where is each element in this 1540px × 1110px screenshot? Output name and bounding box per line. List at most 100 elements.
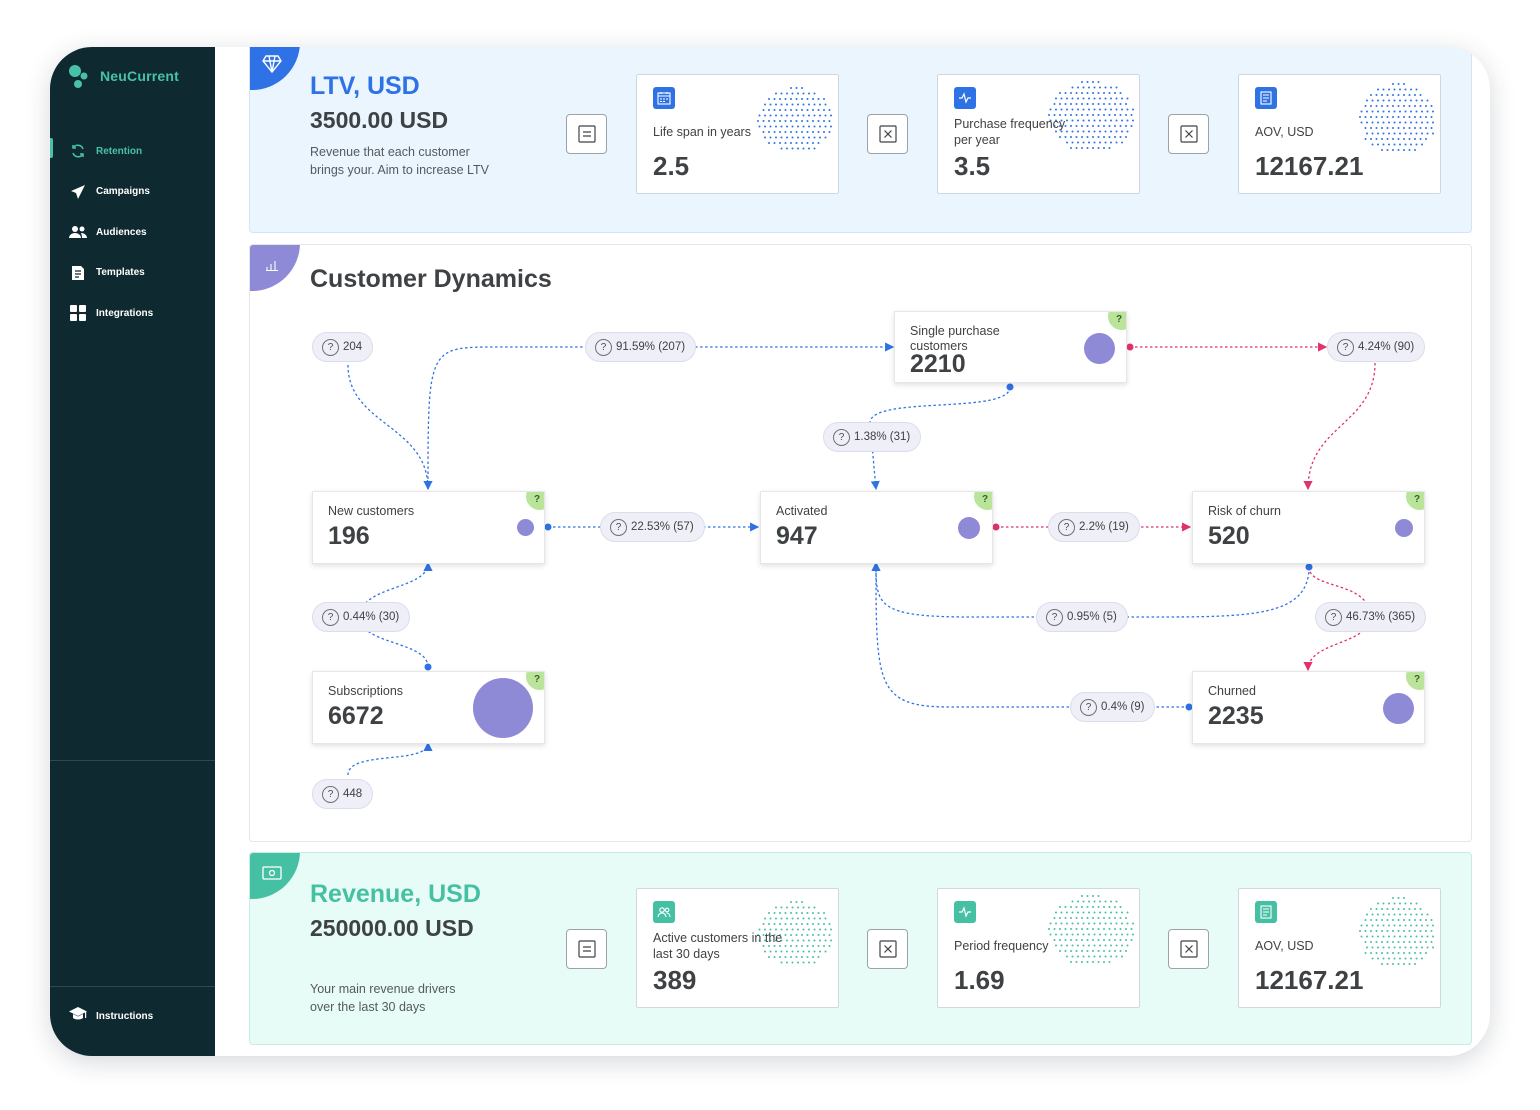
help-badge[interactable]: ?	[1108, 312, 1126, 330]
transition-pill-new-to-single[interactable]: ? 91.59% (207)	[585, 332, 697, 362]
ltv-panel: LTV, USD 3500.00 USD Revenue that each c…	[249, 47, 1472, 233]
node-activated[interactable]: Activated 947 ?	[760, 491, 993, 564]
metric-label: AOV, USD	[1255, 939, 1314, 953]
node-indicator	[1395, 519, 1413, 537]
flow-churned-to-activated	[871, 561, 1189, 708]
app-window: NeuCurrent Retention Campaigns Audiences	[50, 47, 1490, 1056]
node-indicator	[473, 678, 533, 738]
transition-pill-risk-to-activated[interactable]: ? 0.95% (5)	[1036, 602, 1128, 632]
multiply-operator	[1168, 929, 1209, 969]
dot-pattern-decoration	[1359, 897, 1434, 965]
multiply-icon	[878, 125, 897, 143]
pulse-icon	[954, 901, 976, 923]
node-risk-of-churn[interactable]: Risk of churn 520 ?	[1192, 491, 1425, 564]
help-icon: ?	[1080, 698, 1097, 716]
main-content: LTV, USD 3500.00 USD Revenue that each c…	[215, 47, 1490, 1056]
transition-value: 4.24% (90)	[1358, 341, 1415, 353]
node-churned[interactable]: Churned 2235 ?	[1192, 671, 1425, 744]
flow-incoming-new	[347, 364, 433, 491]
transition-pill-incoming-subscriptions[interactable]: ? 448	[312, 779, 374, 809]
transition-value: 2.2% (19)	[1079, 521, 1129, 533]
sidebar-item-audiences[interactable]: Audiences	[50, 212, 215, 253]
transition-pill-subscriptions-to-new[interactable]: ? 0.44% (30)	[312, 602, 411, 632]
flow-risk-in	[1303, 362, 1376, 491]
node-new-customers[interactable]: New customers 196 ?	[312, 491, 545, 564]
revenue-value: 250000.00 USD	[310, 915, 474, 941]
metric-card-aov[interactable]: AOV, USD 12167.21	[1238, 888, 1441, 1008]
help-badge[interactable]: ?	[1406, 672, 1424, 690]
node-value: 947	[776, 522, 818, 550]
transition-pill-single-to-risk[interactable]: ? 4.24% (90)	[1327, 332, 1426, 362]
node-label: Risk of churn	[1208, 504, 1281, 518]
metric-value: 3.5	[954, 151, 991, 181]
multiply-icon	[1179, 125, 1198, 143]
sidebar-item-campaigns[interactable]: Campaigns	[50, 172, 215, 213]
help-badge[interactable]: ?	[526, 492, 544, 510]
sidebar-item-instructions[interactable]: Instructions	[50, 996, 215, 1036]
sidebar-item-retention[interactable]: Retention	[50, 131, 215, 172]
transition-value: 0.44% (30)	[343, 611, 400, 623]
document-icon	[69, 264, 87, 282]
metric-card-aov[interactable]: AOV, USD 12167.21	[1238, 74, 1441, 194]
transition-value: 46.73% (365)	[1346, 611, 1416, 623]
transition-pill-new-to-activated[interactable]: ? 22.53% (57)	[600, 512, 705, 542]
metric-value: 389	[653, 965, 697, 995]
receipt-icon	[1255, 87, 1277, 109]
node-value: 520	[1208, 522, 1250, 550]
grid-icon	[69, 304, 87, 322]
help-badge[interactable]: ?	[974, 492, 992, 510]
node-single-purchase[interactable]: Single purchase customers 2210 ?	[894, 311, 1127, 383]
dot-pattern-decoration	[1048, 895, 1134, 963]
dot-pattern-decoration	[757, 87, 832, 150]
help-icon: ?	[595, 338, 612, 356]
metric-card-lifespan[interactable]: Life span in years 2.5	[636, 74, 839, 194]
help-icon: ?	[1046, 608, 1063, 626]
metric-value: 1.69	[954, 965, 1005, 995]
logo-mark-icon	[69, 65, 88, 88]
help-icon: ?	[322, 785, 339, 803]
diamond-icon	[250, 47, 300, 90]
customer-dynamics-panel: Customer Dynamics Single purchase custom…	[249, 244, 1472, 842]
help-icon: ?	[1337, 338, 1354, 356]
calendar-icon	[653, 87, 675, 109]
transition-pill-risk-to-churned[interactable]: ? 46.73% (365)	[1315, 602, 1427, 632]
transition-pill-activated-to-risk[interactable]: ? 2.2% (19)	[1048, 512, 1140, 542]
help-badge[interactable]: ?	[1406, 492, 1424, 510]
equals-operator	[566, 114, 607, 154]
ltv-description: Revenue that each customer brings your. …	[310, 145, 490, 177]
sidebar: NeuCurrent Retention Campaigns Audiences	[50, 47, 215, 1056]
metric-label: Life span in years	[653, 125, 751, 139]
metric-label: Purchase frequency per year	[954, 117, 1066, 147]
sidebar-item-templates[interactable]: Templates	[50, 253, 215, 294]
help-icon: ?	[1058, 518, 1075, 536]
help-icon: ?	[1325, 608, 1342, 626]
dot-pattern-decoration	[1359, 83, 1434, 151]
sidebar-footer-label: Instructions	[96, 1010, 154, 1022]
pulse-icon	[954, 87, 976, 109]
sidebar-divider	[50, 760, 215, 761]
help-icon: ?	[610, 518, 627, 536]
transition-pill-incoming-new[interactable]: ? 204	[312, 332, 374, 362]
node-subscriptions[interactable]: Subscriptions 6672 ?	[312, 671, 545, 744]
revenue-description: Your main revenue drivers over the last …	[310, 982, 456, 1014]
sidebar-item-label: Audiences	[96, 226, 147, 238]
node-value: 6672	[328, 702, 384, 730]
metric-card-period-frequency[interactable]: Period frequency 1.69	[937, 888, 1140, 1008]
transition-pill-single-to-activated[interactable]: ? 1.38% (31)	[823, 422, 922, 452]
logo-text: NeuCurrent	[100, 68, 180, 84]
multiply-operator	[1168, 114, 1209, 154]
logo[interactable]: NeuCurrent	[68, 64, 208, 94]
metric-value: 12167.21	[1255, 151, 1364, 181]
node-label: Activated	[776, 504, 828, 518]
node-label: New customers	[328, 504, 415, 518]
help-badge[interactable]: ?	[526, 672, 544, 690]
users-icon	[653, 901, 675, 923]
metric-card-purchase-frequency[interactable]: Purchase frequency per year 3.5	[937, 74, 1140, 194]
sidebar-item-label: Integrations	[96, 307, 154, 319]
node-label: Churned	[1208, 684, 1256, 698]
sidebar-item-label: Templates	[96, 267, 145, 279]
transition-pill-churned-to-activated[interactable]: ? 0.4% (9)	[1070, 692, 1156, 722]
transition-value: 91.59% (207)	[616, 341, 686, 353]
metric-card-active-customers[interactable]: Active customers in the last 30 days 389	[636, 888, 839, 1008]
sidebar-item-integrations[interactable]: Integrations	[50, 293, 215, 334]
